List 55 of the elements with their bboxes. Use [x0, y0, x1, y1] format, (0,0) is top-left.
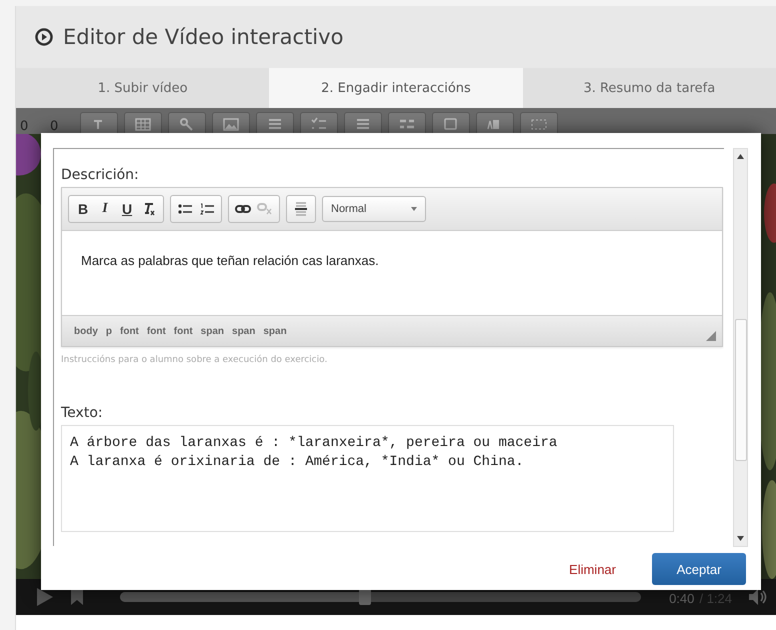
- clear-format-icon: [143, 202, 155, 216]
- current-time: 0:40: [669, 590, 694, 606]
- numbered-list-icon: [200, 203, 214, 215]
- interaction-tool-button[interactable]: [344, 112, 382, 134]
- tool-icon: [310, 116, 328, 132]
- toolbar-value: 0: [50, 119, 60, 134]
- step-tab[interactable]: 2. Engadir interaccións: [269, 68, 523, 108]
- interaction-tool-button[interactable]: [168, 112, 206, 134]
- element-path-item[interactable]: span: [200, 326, 224, 336]
- italic-button[interactable]: I: [94, 198, 116, 220]
- scroll-up-icon[interactable]: [737, 154, 744, 159]
- format-dropdown[interactable]: Normal: [322, 196, 426, 222]
- interaction-tool-button[interactable]: [124, 112, 162, 134]
- tool-icon: [222, 116, 240, 132]
- horizontal-rule-icon: [295, 201, 307, 217]
- caret-icon: [411, 207, 417, 211]
- volume-icon[interactable]: [748, 588, 768, 606]
- element-path-item[interactable]: span: [263, 326, 287, 336]
- delete-link[interactable]: Eliminar: [569, 562, 616, 576]
- element-path-item[interactable]: span: [232, 326, 256, 336]
- element-path-item[interactable]: font: [120, 326, 139, 336]
- interaction-tool-button[interactable]: [300, 112, 338, 134]
- element-path-item[interactable]: font: [174, 326, 193, 336]
- play-icon[interactable]: [36, 587, 54, 607]
- bookmark-icon[interactable]: [70, 588, 84, 606]
- bullet-list-icon: [178, 203, 192, 215]
- interaction-tool-button[interactable]: [80, 112, 118, 134]
- interaction-tool-button[interactable]: [388, 112, 426, 134]
- tool-icon: [134, 116, 152, 132]
- interaction-tool-button[interactable]: [520, 112, 558, 134]
- link-icon: [235, 204, 251, 214]
- underline-button[interactable]: U: [116, 198, 138, 220]
- element-path-item[interactable]: p: [106, 326, 112, 336]
- interaction-tool-button[interactable]: [212, 112, 250, 134]
- element-path-item[interactable]: body: [74, 326, 98, 336]
- interaction-tool-button[interactable]: [432, 112, 470, 134]
- text-field[interactable]: A árbore das laranxas é : *laranxeira*, pereira ou maceira A laranxa é orixinaria de : América, *India* ou China.: [61, 425, 674, 532]
- accept-button[interactable]: Aceptar: [652, 553, 746, 585]
- scrollbar-thumb[interactable]: [735, 319, 747, 461]
- editor-title: Editor de Vídeo interactivo: [63, 25, 344, 49]
- hint-text: Instruccións para o alumno sobre a execución do exercicio.: [61, 355, 328, 365]
- element-path-item[interactable]: font: [146, 326, 166, 336]
- bold-button[interactable]: B: [72, 198, 94, 220]
- field-label: Texto:: [61, 405, 104, 421]
- resize-grip-icon[interactable]: [706, 331, 716, 341]
- scrollbar[interactable]: [733, 148, 748, 547]
- play-circle-icon: [35, 28, 53, 46]
- interaction-tool-button[interactable]: [476, 112, 514, 134]
- scroll-down-icon[interactable]: [737, 536, 744, 541]
- unlink-icon: [257, 203, 273, 215]
- field-label: Descrición:: [61, 167, 140, 183]
- tool-icon: [442, 116, 460, 132]
- toolbar-value: 0: [20, 119, 30, 134]
- editor-text: Marca as palabras que teñan relación cas laranxas.: [80, 252, 380, 270]
- interaction-tool-button[interactable]: [256, 112, 294, 134]
